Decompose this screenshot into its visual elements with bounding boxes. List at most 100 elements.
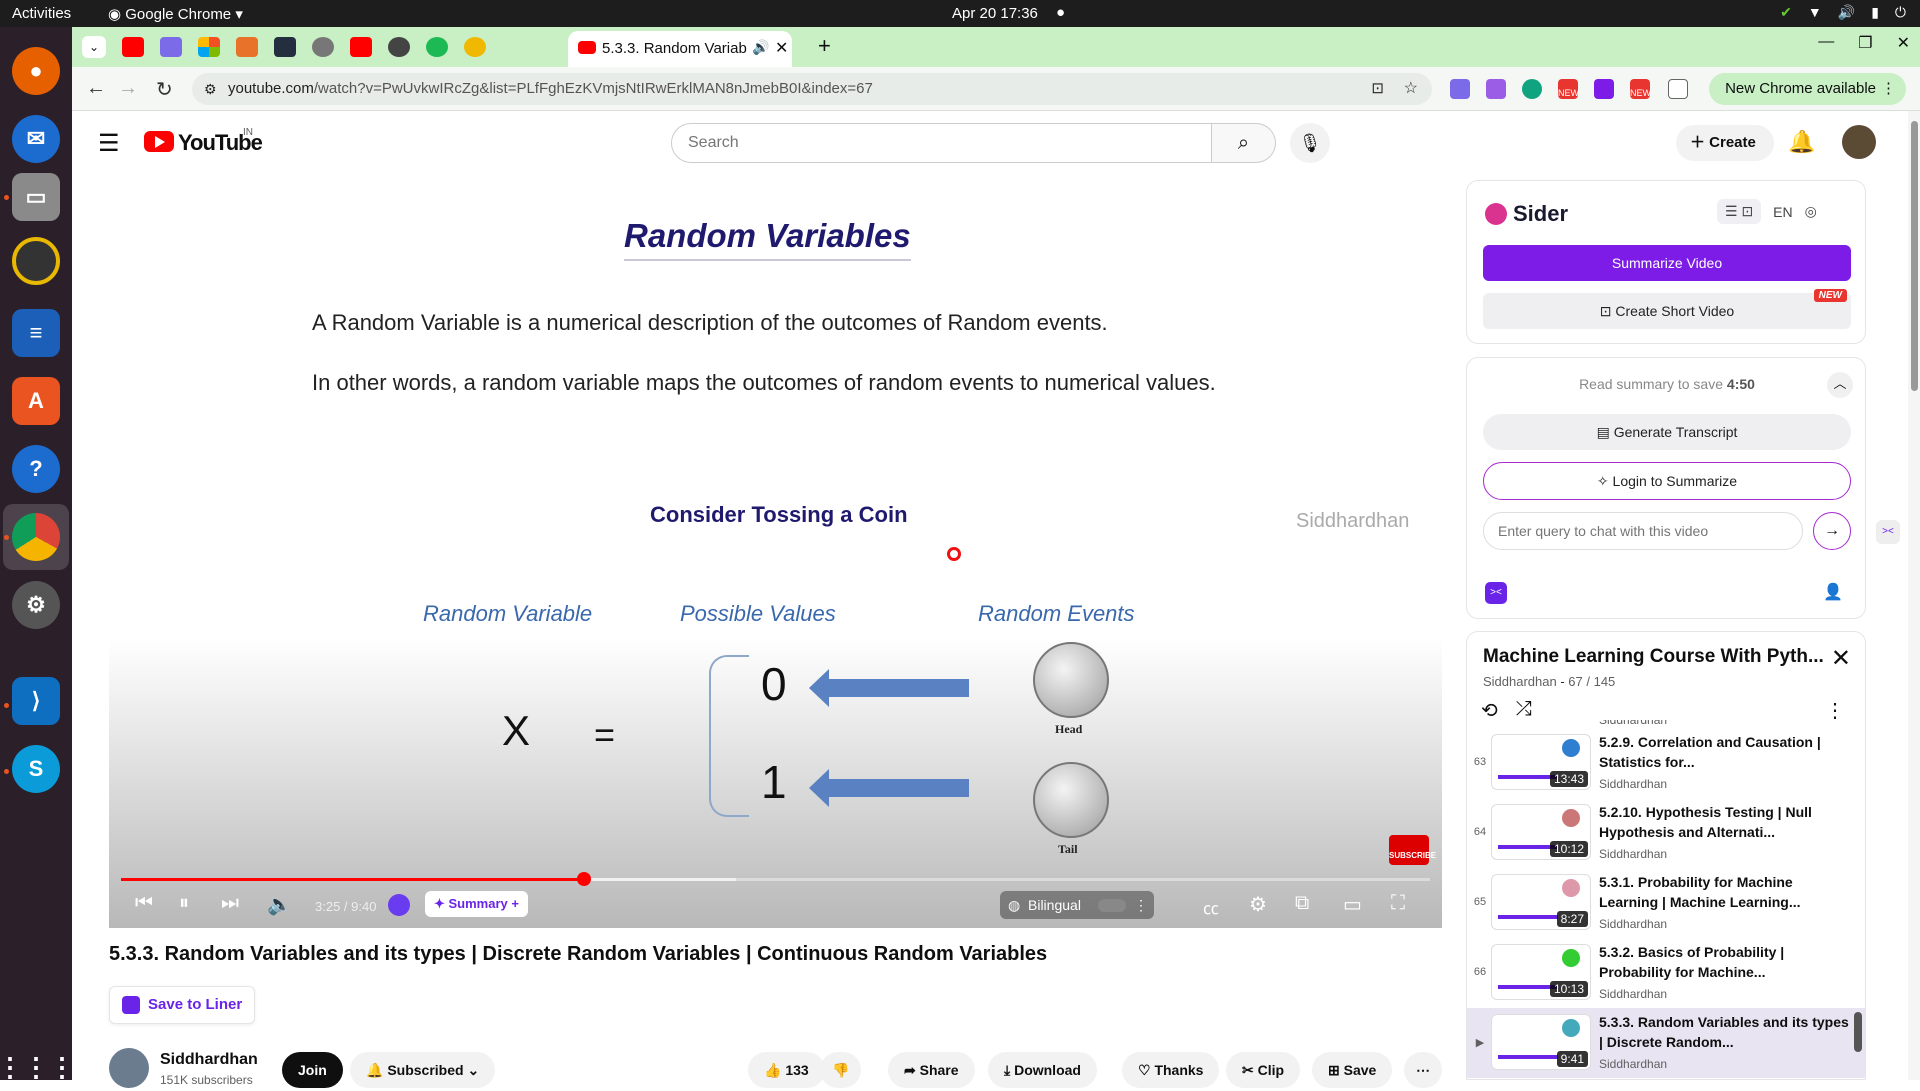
download-button[interactable]: ⤓ Download xyxy=(988,1052,1097,1088)
page-scrollbar[interactable] xyxy=(1908,111,1920,1080)
install-app-icon[interactable]: ⊡ xyxy=(1371,73,1384,105)
clip-button[interactable]: ✂ Clip xyxy=(1226,1052,1301,1088)
vscode-icon[interactable]: ⟩ xyxy=(12,677,60,725)
item-title[interactable]: 5.2.9. Correlation and Causation | Stati… xyxy=(1599,732,1849,772)
subscribe-watermark[interactable]: SUBSCRIBE xyxy=(1389,835,1436,865)
voice-search-button[interactable]: 🎙 xyxy=(1290,123,1330,163)
playlist-item[interactable]: 64 10:12 5.2.10. Hypothesis Testing | Nu… xyxy=(1467,798,1865,868)
maximize-icon[interactable]: ❐ xyxy=(1858,33,1872,53)
person-icon[interactable]: 👤 xyxy=(1823,582,1843,602)
language-button[interactable]: EN xyxy=(1773,204,1792,220)
thanks-button[interactable]: ♡ Thanks xyxy=(1122,1052,1220,1088)
page-scroll-thumb[interactable] xyxy=(1911,121,1918,391)
tab-active[interactable]: 5.3.3. Random Variab 🔊 ✕ xyxy=(568,31,792,67)
forward-button[interactable]: → xyxy=(118,77,138,100)
youtube-tab-icon[interactable] xyxy=(350,37,372,57)
settings-gear-icon[interactable]: ⚙ xyxy=(1249,892,1267,917)
skype-icon[interactable]: S xyxy=(12,745,60,793)
bilingual-switch[interactable] xyxy=(1098,899,1126,912)
like-button[interactable]: 👍 133 xyxy=(748,1052,825,1088)
tab-search-button[interactable]: ⌄ xyxy=(82,36,106,58)
summarize-video-button[interactable]: Summarize Video xyxy=(1483,245,1851,281)
thunderbird-icon[interactable]: ✉ xyxy=(12,115,60,163)
extension-icon[interactable] xyxy=(1450,79,1470,99)
miniplayer-icon[interactable]: ⧉ xyxy=(1295,892,1309,915)
docs-tab-icon[interactable] xyxy=(160,37,182,57)
aws-tab-icon[interactable] xyxy=(274,37,296,57)
address-bar[interactable]: ⚙ youtube.com/watch?v=PwUvkwIRcZg&list=P… xyxy=(192,73,1432,105)
account-avatar[interactable] xyxy=(1842,125,1876,159)
bilingual-toggle[interactable]: ◍ Bilingual ⋮ xyxy=(1000,891,1154,919)
item-thumbnail[interactable]: 10:12 xyxy=(1491,804,1591,860)
save-button[interactable]: ⊞ Save xyxy=(1312,1052,1393,1088)
writer-icon[interactable]: ≡ xyxy=(12,309,60,357)
playlist-title[interactable]: Machine Learning Course With Pyth... xyxy=(1483,646,1823,668)
channel-name[interactable]: Siddhardhan xyxy=(160,1051,258,1069)
youtube-logo-icon[interactable] xyxy=(144,131,174,152)
item-thumbnail[interactable]: 8:27 xyxy=(1491,874,1591,930)
close-playlist-icon[interactable]: ✕ xyxy=(1831,644,1851,673)
link-tab-icon[interactable] xyxy=(464,37,486,57)
hamburger-menu-icon[interactable]: ☰ xyxy=(98,129,120,158)
green-tab-icon[interactable] xyxy=(426,37,448,57)
list-view-icon[interactable]: ☰ ⊡ xyxy=(1717,199,1762,224)
playlist-channel[interactable]: Siddhardhan xyxy=(1483,674,1557,689)
back-button[interactable]: ← xyxy=(86,77,106,100)
playlist-item[interactable]: 65 8:27 5.3.1. Probability for Machine L… xyxy=(1467,868,1865,938)
chrome-dock-icon[interactable] xyxy=(12,513,60,561)
files-icon[interactable]: ▭ xyxy=(12,173,60,221)
playlist-item-current[interactable]: ▶ 9:41 5.3.3. Random Variables and its t… xyxy=(1467,1008,1865,1078)
more-actions-button[interactable]: ⋯ xyxy=(1404,1052,1442,1088)
rhythmbox-icon[interactable] xyxy=(12,237,60,285)
sider-mini-icon[interactable]: >< xyxy=(1485,582,1507,604)
bookmark-star-icon[interactable]: ☆ xyxy=(1404,73,1418,105)
activities-button[interactable]: Activities xyxy=(12,5,71,22)
theater-mode-icon[interactable]: ▭ xyxy=(1343,892,1362,917)
audio-playing-icon[interactable]: 🔊 xyxy=(752,39,769,56)
loop-icon[interactable]: ⟲ xyxy=(1481,698,1498,723)
login-to-summarize-button[interactable]: ✧ Login to Summarize xyxy=(1483,462,1851,500)
progress-bar[interactable] xyxy=(121,872,1430,886)
video-player[interactable]: Random Variables A Random Variable is a … xyxy=(109,177,1442,928)
pause-icon[interactable]: ⏸ xyxy=(179,892,189,915)
kebab-menu-icon[interactable]: ⋮ xyxy=(1881,73,1896,105)
dislike-button[interactable]: 👎 xyxy=(820,1052,862,1088)
playlist-more-icon[interactable]: ⋮ xyxy=(1825,698,1845,723)
extensions-puzzle-icon[interactable] xyxy=(1668,79,1688,99)
item-thumbnail[interactable]: 13:43 xyxy=(1491,734,1591,790)
captions-icon[interactable]: ㏄ xyxy=(1203,895,1219,919)
app-center-icon[interactable]: A xyxy=(12,377,60,425)
create-short-video-button[interactable]: ⊡ Create Short Video xyxy=(1483,293,1851,329)
item-title[interactable]: 5.3.1. Probability for Machine Learning … xyxy=(1599,872,1849,912)
sider-settings-icon[interactable]: ◎ xyxy=(1805,203,1817,220)
new-extension-icon[interactable]: NEW xyxy=(1558,79,1579,99)
share-button[interactable]: ➦ Share xyxy=(888,1052,975,1088)
pen-extension-icon[interactable] xyxy=(1486,79,1506,99)
package-tab-icon[interactable] xyxy=(236,37,258,57)
notifications-bell-icon[interactable]: 🔔 xyxy=(1788,129,1815,155)
youtube-tab-icon[interactable] xyxy=(122,37,144,57)
collapse-chevron-icon[interactable]: ︿ xyxy=(1827,372,1853,398)
sider-extension-icon[interactable] xyxy=(1594,79,1614,99)
close-tab-icon[interactable]: ✕ xyxy=(775,38,788,58)
clock[interactable]: Apr 20 17:36 xyxy=(952,5,1038,22)
search-input[interactable] xyxy=(671,123,1212,163)
summary-button[interactable]: ✦ Summary + xyxy=(425,891,528,917)
playlist-scrollbar[interactable] xyxy=(1854,732,1862,1072)
item-thumbnail[interactable]: 10:13 xyxy=(1491,944,1591,1000)
chatgpt-extension-icon[interactable] xyxy=(1522,79,1542,99)
chat-query-input[interactable] xyxy=(1483,512,1803,550)
openai-tab-icon[interactable] xyxy=(388,37,410,57)
new-tab-button[interactable]: + xyxy=(818,33,831,59)
playlist-item[interactable]: 66 10:13 5.3.2. Basics of Probability | … xyxy=(1467,938,1865,1008)
generate-transcript-button[interactable]: ▤ Generate Transcript xyxy=(1483,414,1851,450)
item-title[interactable]: 5.3.2. Basics of Probability | Probabili… xyxy=(1599,942,1849,982)
channel-avatar[interactable] xyxy=(109,1048,149,1088)
globe-tab-icon[interactable] xyxy=(312,37,334,57)
volume-icon[interactable]: 🔈 xyxy=(267,892,292,917)
help-icon[interactable]: ? xyxy=(12,445,60,493)
app-grid-icon[interactable]: ⋮⋮⋮ xyxy=(0,1043,75,1091)
microsoft-tab-icon[interactable] xyxy=(198,37,220,57)
playlist-item[interactable]: 63 13:43 5.2.9. Correlation and Causatio… xyxy=(1467,728,1865,798)
shuffle-icon[interactable]: ⤮ xyxy=(1516,698,1532,723)
